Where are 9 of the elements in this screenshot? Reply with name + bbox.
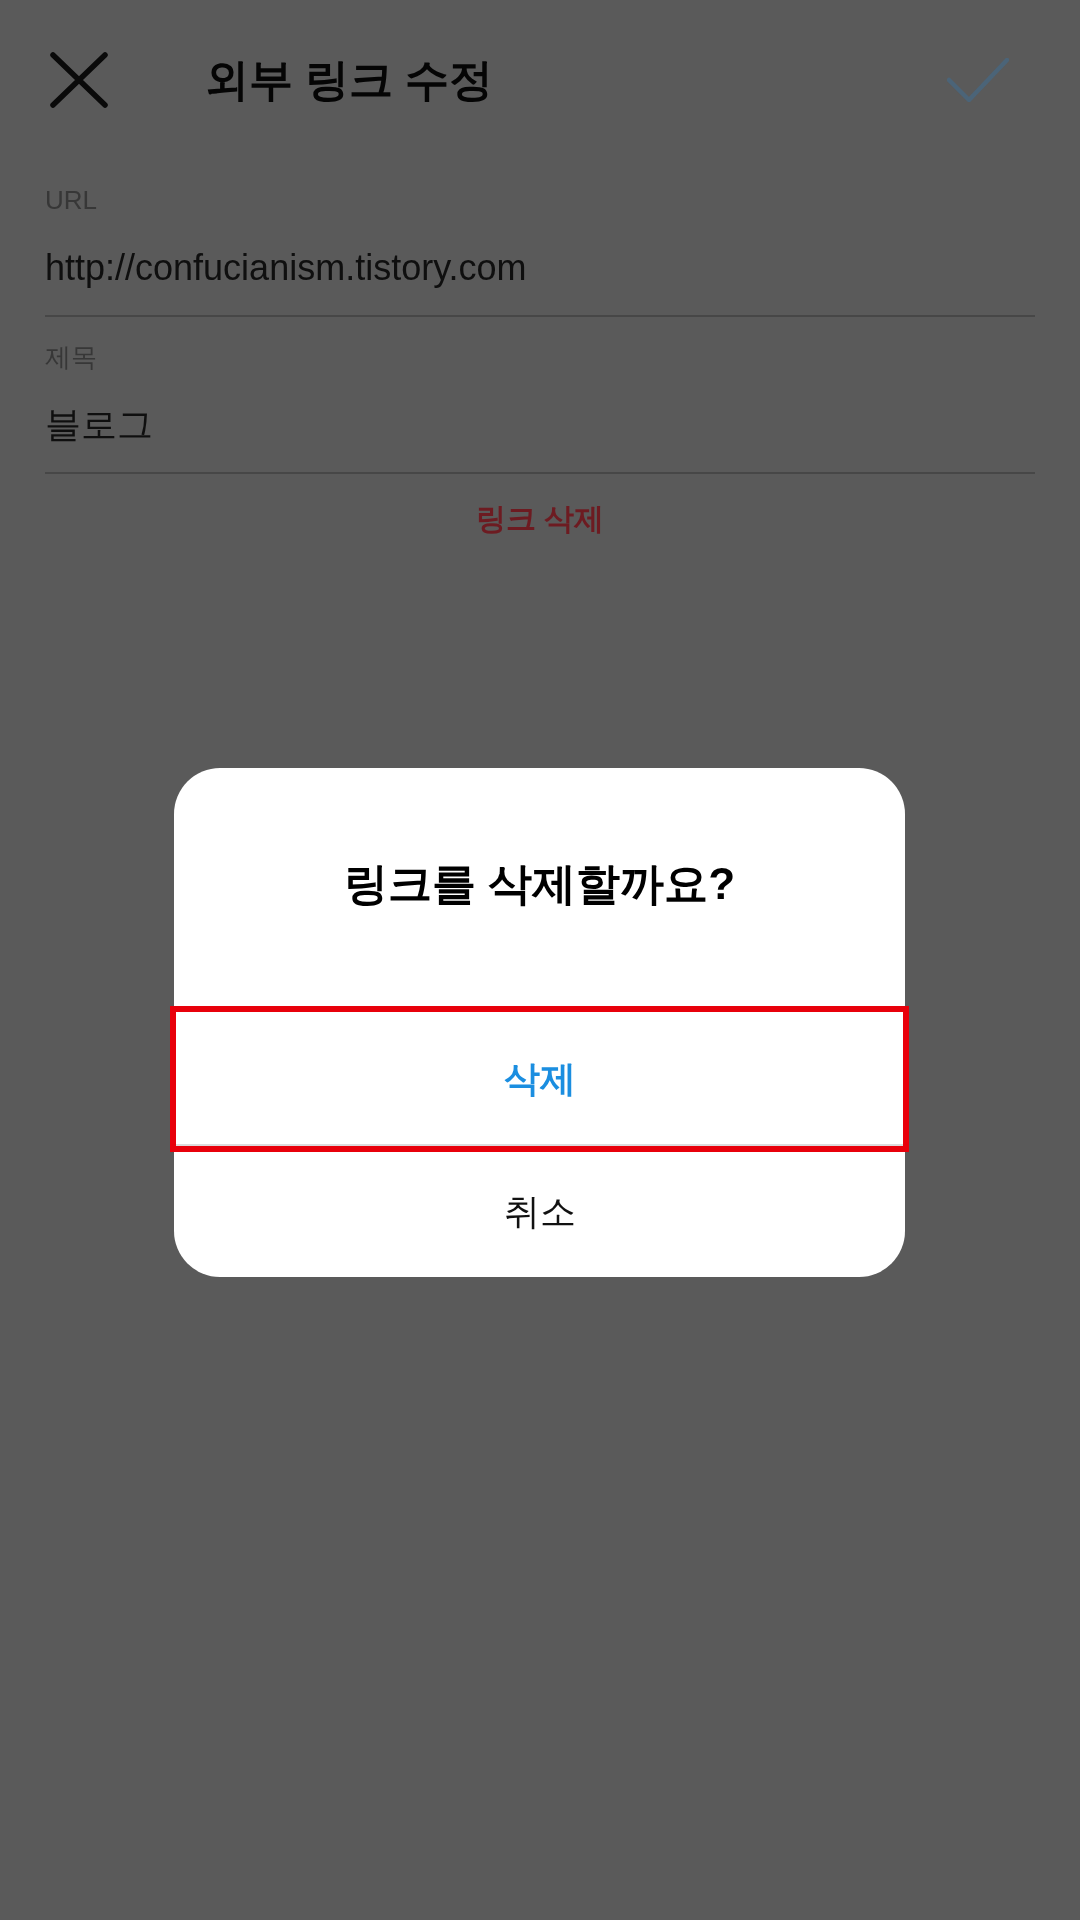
- close-icon[interactable]: [50, 52, 108, 108]
- delete-link[interactable]: 링크 삭제: [475, 501, 605, 537]
- cancel-button[interactable]: 취소: [170, 1152, 909, 1277]
- screen-title: 외부 링크 수정: [205, 54, 494, 106]
- check-icon[interactable]: [947, 58, 1009, 102]
- input-field[interactable]: 블로그: [45, 403, 1035, 474]
- delete-button[interactable]: 삭제: [170, 1006, 909, 1152]
- input-field[interactable]: http://confucianism.tistory.com: [45, 246, 1035, 317]
- dialog-title: 링크를 삭제할까요?: [343, 858, 736, 910]
